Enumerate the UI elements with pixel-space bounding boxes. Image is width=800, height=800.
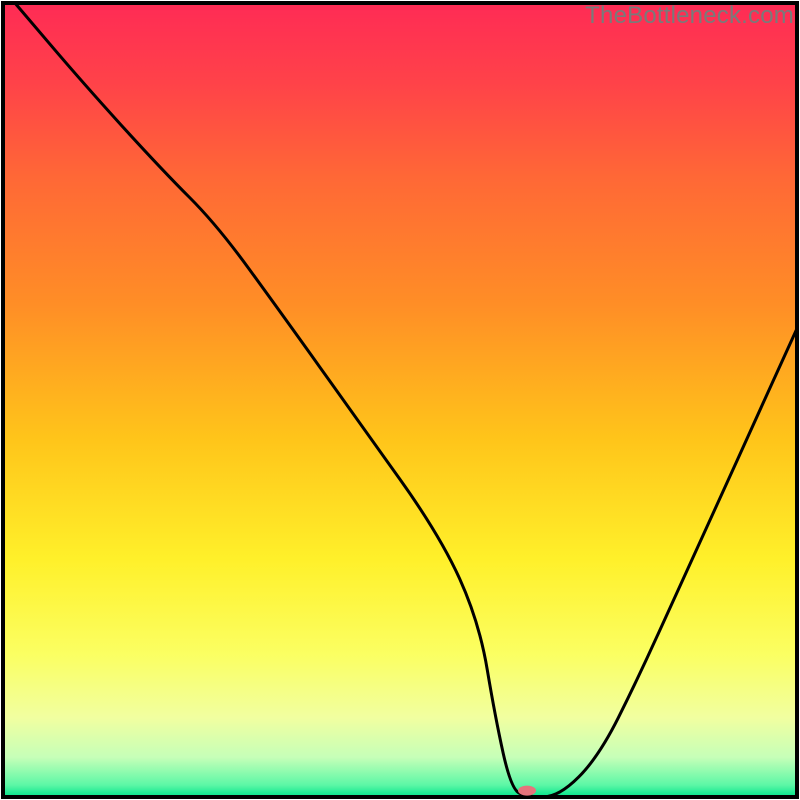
- bottleneck-chart: [0, 0, 800, 800]
- chart-container: TheBottleneck.com: [0, 0, 800, 800]
- chart-background: [3, 3, 797, 797]
- watermark-text: TheBottleneck.com: [585, 2, 794, 30]
- optimal-marker: [518, 786, 536, 796]
